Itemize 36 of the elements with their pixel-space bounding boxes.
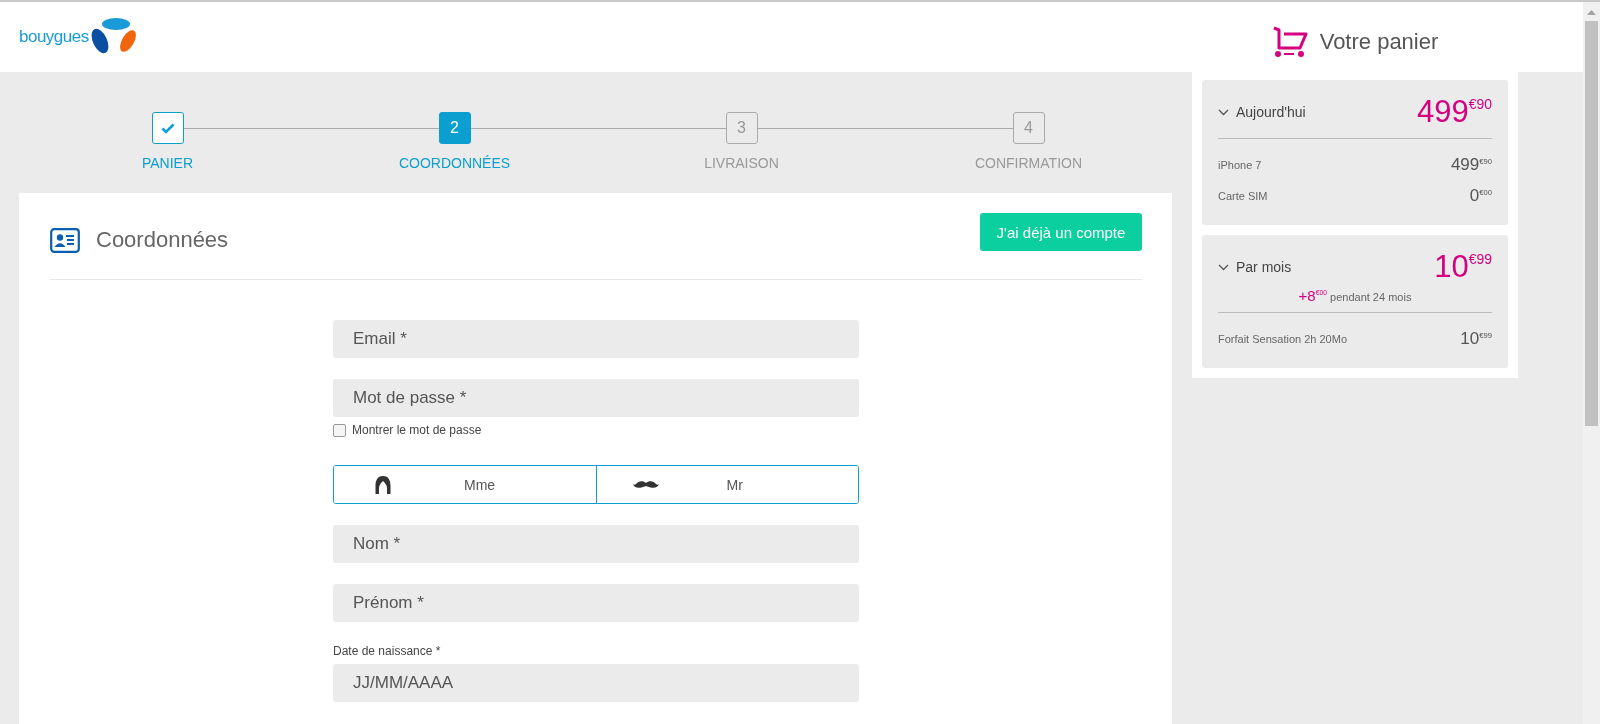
chevron-down-icon[interactable] xyxy=(1218,263,1229,271)
field-label: Date de naissance * xyxy=(333,644,442,658)
step-marker: 2 xyxy=(438,112,471,144)
scroll-up-icon[interactable] xyxy=(1587,10,1596,15)
total-price: 499$^{€90}$ xyxy=(1417,94,1492,130)
promo-text: +8$^{€00}$ pendant 24 mois xyxy=(1297,287,1413,304)
first-name-field[interactable]: Prénom * xyxy=(333,584,859,622)
cart-icon xyxy=(1271,26,1310,58)
cart-section-title[interactable]: Aujourd'hui xyxy=(1236,104,1306,120)
item-name: iPhone 7 xyxy=(1218,158,1262,171)
scrollbar-thumb[interactable] xyxy=(1585,21,1598,426)
item-name: Carte SIM xyxy=(1218,189,1268,202)
item-price: 0$^{€00}$ xyxy=(1469,185,1492,206)
scrollbar[interactable] xyxy=(1583,2,1600,724)
email-field[interactable]: Email * xyxy=(333,320,859,358)
contact-card-icon xyxy=(50,227,80,253)
logo-icon xyxy=(89,17,138,55)
check-icon xyxy=(160,122,175,134)
birth-date-field[interactable]: JJ/MM/AAAA xyxy=(333,664,859,702)
checkbox[interactable] xyxy=(333,423,346,437)
cart-section-title[interactable]: Par mois xyxy=(1236,259,1292,275)
checkbox-label[interactable]: Montrer le mot de passe xyxy=(352,423,482,437)
civility-option[interactable]: Mr xyxy=(595,466,858,503)
item-name: Forfait Sensation 2h 20Mo xyxy=(1218,332,1348,345)
password-field[interactable]: Mot de passe * xyxy=(333,379,859,417)
last-name-field[interactable]: Nom * xyxy=(333,525,859,563)
item-price: 499$^{€90}$ xyxy=(1450,154,1492,175)
logo-wordmark: bouygues xyxy=(19,27,89,45)
step-marker: 3 xyxy=(725,112,758,144)
cart-title: Votre panier xyxy=(1319,29,1439,55)
mustache-icon xyxy=(632,480,659,489)
section-title: Coordonnées xyxy=(96,227,229,253)
item-price: 10$^{€99}$ xyxy=(1460,328,1492,349)
chevron-down-icon[interactable] xyxy=(1218,108,1229,116)
step-marker: 4 xyxy=(1012,112,1045,144)
total-price: 10$^{€99}$ xyxy=(1434,249,1492,285)
